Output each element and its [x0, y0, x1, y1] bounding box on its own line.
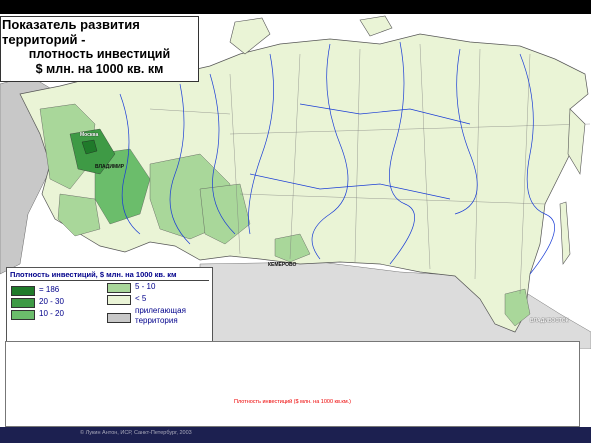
map-legend: Плотность инвестиций, $ млн. на 1000 кв.…: [6, 267, 213, 343]
legend-heading: Плотность инвестиций, $ млн. на 1000 кв.…: [10, 270, 177, 279]
city-label-moscow: Москва: [80, 132, 99, 138]
legend-label-10-20: 10 - 20: [39, 309, 64, 318]
legend-label-20-30: 20 - 30: [39, 297, 64, 306]
title-line-1: Показатель развития территорий -: [2, 17, 140, 47]
legend-swatch-186: [11, 286, 35, 296]
footer-text: © Лукин Антон, ИСР, Санкт-Петербург, 200…: [80, 430, 192, 436]
city-label-vladivostok: ВЛАДИВОСТОК: [530, 318, 569, 324]
severnaya-zemlya: [359, 15, 393, 37]
title-line-2: плотность инвестиций: [28, 47, 171, 61]
city-label-kemerovo: КЕМЕРОВО: [268, 262, 297, 268]
legend-swatch-10-20: [11, 310, 35, 320]
legend-label-adjacent-2: территория: [135, 316, 178, 325]
chart-caption: Плотность инвестиций ($ млн. на 1000 кв.…: [234, 399, 351, 405]
legend-swatch-5-10: [107, 283, 131, 293]
title-line-3: $ млн. на 1000 кв. км: [35, 62, 164, 76]
adjacent-territory-south: [199, 261, 591, 349]
legend-divider: [10, 280, 209, 281]
legend-swatch-20-30: [11, 298, 35, 308]
legend-label-under-5: < 5: [135, 294, 147, 303]
kamchatka: [567, 108, 586, 175]
legend-swatch-under-5: [107, 295, 131, 305]
legend-label-adjacent-1: прилегающая: [135, 306, 186, 315]
map-title: Показатель развития территорий - плотнос…: [0, 16, 199, 82]
footer-bar: © Лукин Антон, ИСР, Санкт-Петербург, 200…: [0, 427, 591, 443]
caption-area: Плотность инвестиций ($ млн. на 1000 кв.…: [5, 341, 580, 427]
russia-map: Москва ВЛАДИМИР КЕМЕРОВО ВЛАДИВОСТОК Пок…: [0, 14, 591, 349]
legend-label-186: = 186: [39, 285, 60, 294]
slide-frame: Москва ВЛАДИМИР КЕМЕРОВО ВЛАДИВОСТОК Пок…: [0, 14, 591, 443]
legend-swatch-adjacent: [107, 313, 131, 323]
sakhalin: [559, 201, 571, 265]
region-5-10-south: [57, 193, 101, 237]
legend-label-5-10: 5 - 10: [135, 282, 156, 291]
city-label-vladimir: ВЛАДИМИР: [95, 164, 125, 170]
